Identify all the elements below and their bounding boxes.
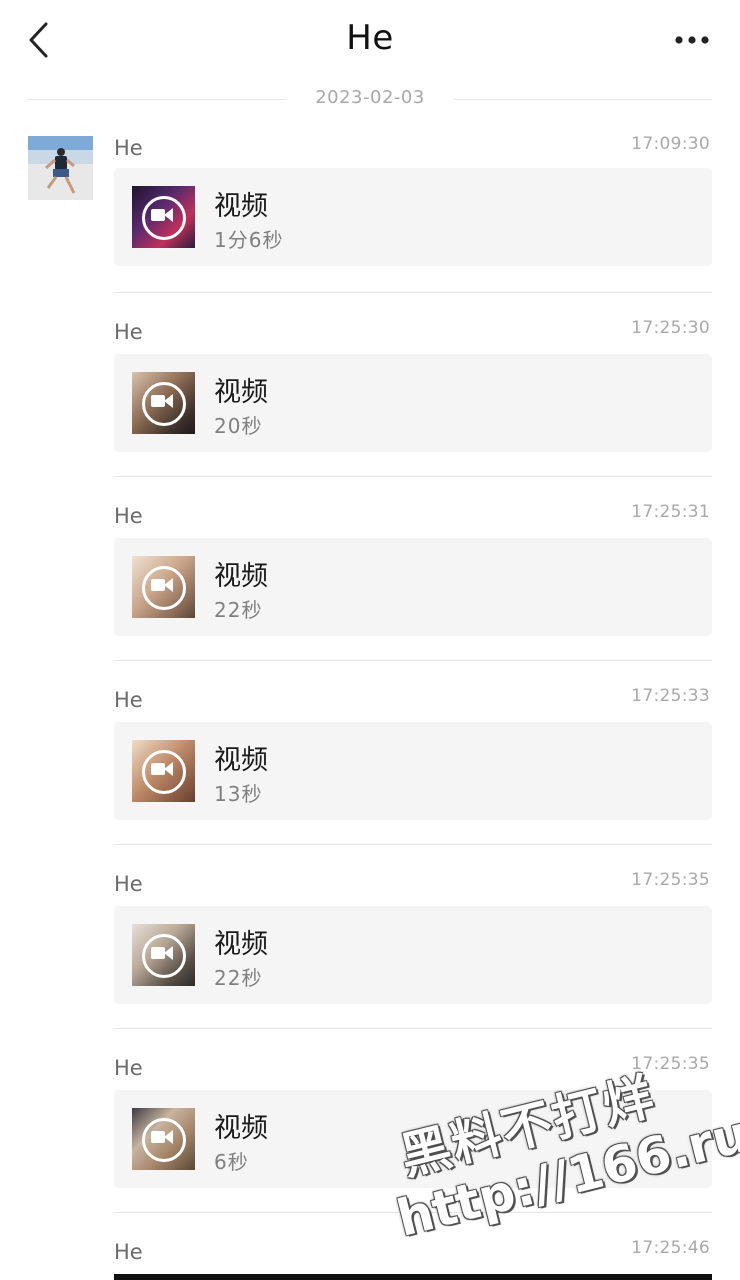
sender-name: He [114, 1240, 143, 1264]
top-bar: He [0, 0, 740, 80]
message-type-label: 视频 [214, 377, 268, 408]
video-camera-icon [151, 395, 165, 407]
sender-name: He [114, 320, 143, 344]
video-duration: 6秒 [214, 1150, 249, 1174]
video-thumbnail [132, 556, 195, 618]
message-time: 17:25:30 [631, 318, 710, 338]
message-item: He 17:25:31 视频 22秒 [114, 476, 712, 636]
message-item: He 17:25:35 视频 22秒 [114, 844, 712, 1004]
video-duration: 22秒 [214, 966, 263, 990]
divider-line [454, 99, 712, 100]
sender-name: He [114, 688, 143, 712]
message-type-label: 视频 [214, 1113, 268, 1144]
message-item: He 17:09:30 视频 1分6秒 [114, 122, 712, 272]
sender-name: He [114, 136, 143, 160]
video-camera-icon [151, 763, 165, 775]
message-type-label: 视频 [214, 745, 268, 776]
video-camera-icon [151, 209, 165, 221]
video-message-card[interactable]: 视频 22秒 [114, 906, 712, 1004]
video-thumbnail [132, 1108, 195, 1170]
sender-name: He [114, 504, 143, 528]
video-duration: 13秒 [214, 782, 263, 806]
message-item: He 17:25:33 视频 13秒 [114, 660, 712, 820]
video-duration: 20秒 [214, 414, 263, 438]
message-separator [114, 1028, 712, 1029]
avatar-image [28, 136, 93, 200]
message-type-label: 视频 [214, 929, 268, 960]
date-divider: 2023-02-03 [28, 86, 712, 112]
message-time: 17:25:33 [631, 686, 710, 706]
video-duration: 22秒 [214, 598, 263, 622]
message-time: 17:25:31 [631, 502, 710, 522]
video-message-card[interactable]: 视频 22秒 [114, 538, 712, 636]
message-time: 17:09:30 [631, 134, 710, 154]
message-type-label: 视频 [214, 191, 268, 222]
message-type-label: 视频 [214, 561, 268, 592]
message-separator [114, 660, 712, 661]
message-separator [114, 476, 712, 477]
video-camera-icon [151, 579, 165, 591]
video-thumbnail [132, 372, 195, 434]
avatar[interactable] [28, 136, 93, 200]
video-message-card[interactable]: 视频 20秒 [114, 354, 712, 452]
video-camera-icon [151, 947, 165, 959]
message-separator [114, 844, 712, 845]
video-thumbnail [132, 740, 195, 802]
chat-title: He [346, 18, 394, 58]
video-thumbnail [132, 186, 195, 248]
message-item: He 17:25:30 视频 20秒 [114, 292, 712, 452]
sender-name: He [114, 1056, 143, 1080]
message-time: 17:25:35 [631, 870, 710, 890]
video-camera-icon [151, 1131, 165, 1143]
date-label: 2023-02-03 [315, 87, 425, 108]
video-message-card[interactable]: 视频 1分6秒 [114, 168, 712, 266]
video-message-card[interactable]: 视频 13秒 [114, 722, 712, 820]
message-separator [114, 292, 712, 293]
video-thumbnail [132, 924, 195, 986]
more-button[interactable] [672, 24, 712, 56]
sender-name: He [114, 872, 143, 896]
more-horizontal-icon [675, 36, 709, 44]
video-duration: 1分6秒 [214, 228, 284, 252]
